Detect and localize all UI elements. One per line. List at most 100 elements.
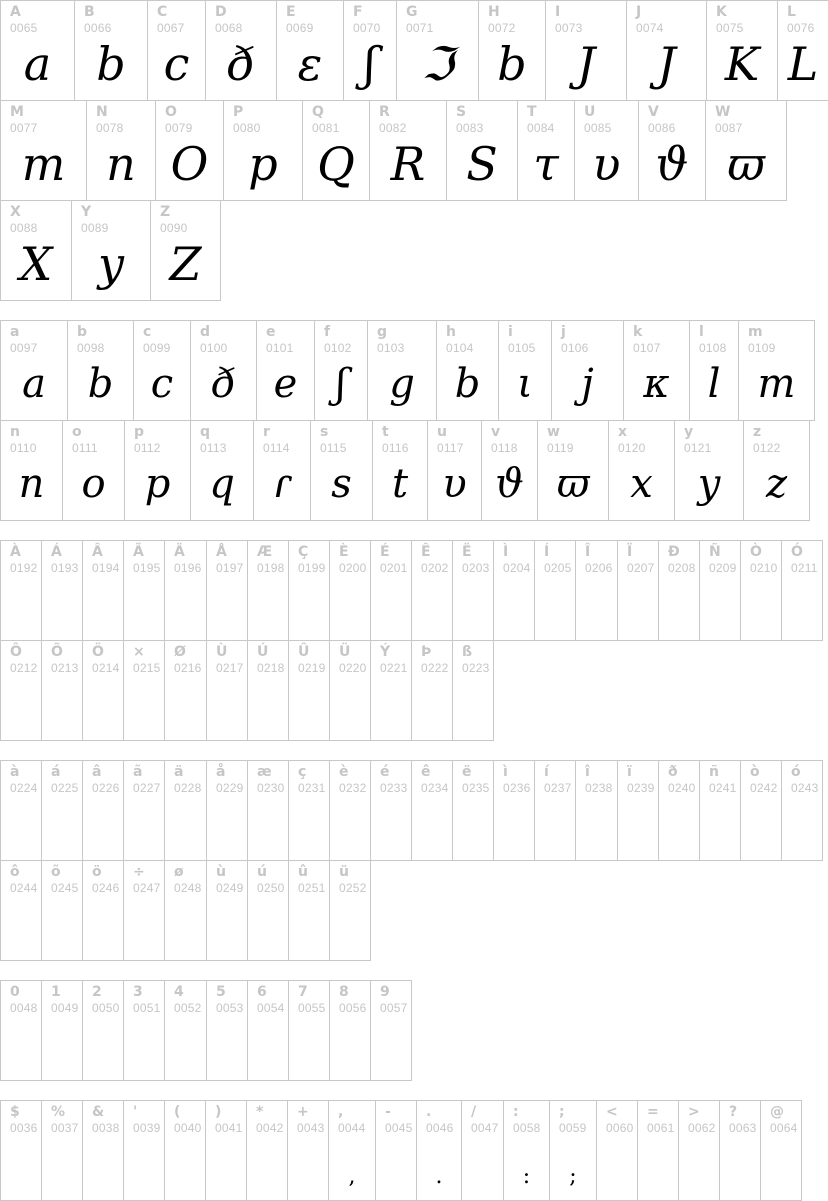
character-code: 0195	[133, 561, 161, 575]
character-code: 0040	[174, 1121, 202, 1135]
character-label: é	[380, 764, 390, 780]
character-code: 0070	[353, 21, 381, 35]
glyph-cell: b 0098 b	[67, 320, 134, 421]
glyph-preview: g	[389, 361, 415, 407]
glyph-preview: j	[581, 361, 594, 407]
character-label: ë	[462, 764, 472, 780]
glyph-cell: ' 0039	[123, 1100, 165, 1201]
glyph-cell: % 0037	[41, 1100, 83, 1201]
character-label: s	[320, 424, 329, 440]
glyph-preview: ϖ	[556, 461, 590, 507]
character-code: 0069	[286, 21, 314, 35]
character-code: 0225	[51, 781, 79, 795]
character-code: 0202	[421, 561, 449, 575]
glyph-preview: x	[630, 461, 653, 507]
glyph-cell: . 0046.	[416, 1100, 462, 1201]
character-label: i	[508, 324, 513, 340]
character-code: 0075	[716, 21, 744, 35]
character-code: 0106	[561, 341, 589, 355]
glyph-preview: q	[209, 461, 235, 507]
character-code: 0117	[437, 441, 464, 455]
glyph-cell: Û 0219	[288, 640, 330, 741]
character-code: 0089	[81, 221, 109, 235]
character-code: 0085	[584, 121, 612, 135]
character-code: 0109	[748, 341, 776, 355]
glyph-cell: ì 0236	[493, 760, 535, 861]
character-code: 0208	[668, 561, 696, 575]
character-code: 0216	[174, 661, 202, 675]
character-code: 0081	[312, 121, 340, 135]
glyph-cell: ä 0228	[164, 760, 207, 861]
glyph-preview: ʃ	[335, 361, 347, 407]
character-label: ø	[174, 864, 184, 880]
glyph-cell: W 0087 ϖ	[705, 100, 787, 201]
character-code: 0240	[668, 781, 696, 795]
character-label: 8	[339, 984, 349, 1000]
glyph-preview: :	[522, 1164, 531, 1189]
character-label: 1	[51, 984, 61, 1000]
glyph-cell: l 0108 l	[689, 320, 739, 421]
character-label: ö	[92, 864, 102, 880]
character-label: r	[263, 424, 270, 440]
character-label: o	[72, 424, 82, 440]
character-label: Z	[160, 204, 171, 220]
character-label: ì	[503, 764, 508, 780]
glyph-cell: y 0121 y	[674, 420, 744, 521]
character-label: ð	[668, 764, 678, 780]
character-label: q	[200, 424, 211, 440]
glyph-cell: Ê 0202	[411, 540, 453, 641]
glyph-cell: Q 0081 Q	[302, 100, 370, 201]
character-code: 0104	[446, 341, 474, 355]
character-code: 0237	[544, 781, 572, 795]
glyph-cell: >0062	[678, 1100, 720, 1201]
character-code: 0052	[174, 1001, 202, 1015]
character-code: 0058	[513, 1121, 541, 1135]
glyph-cell: X 0088 X	[0, 200, 72, 301]
character-code: 0059	[559, 1121, 587, 1135]
character-code: 0252	[339, 881, 367, 895]
glyph-cell: & 0038	[82, 1100, 124, 1201]
character-code: 0211	[791, 561, 818, 575]
glyph-cell: w 0119 ϖ	[537, 420, 609, 521]
character-code: 0119	[547, 441, 574, 455]
glyph-cell: N 0078 n	[86, 100, 156, 201]
character-label: Y	[81, 204, 92, 220]
glyph-cell: 3 0051	[123, 980, 165, 1081]
glyph-cell: 1 0049	[41, 980, 83, 1081]
character-label: 7	[298, 984, 308, 1000]
character-code: 0199	[298, 561, 326, 575]
character-code: 0224	[10, 781, 38, 795]
character-code: 0079	[165, 121, 193, 135]
glyph-cell: /0047	[461, 1100, 504, 1201]
glyph-cell: È 0200	[329, 540, 371, 641]
glyph-cell: p 0112 p	[124, 420, 191, 521]
glyph-preview: n	[18, 461, 45, 507]
character-label: Ñ	[709, 544, 721, 560]
character-code: 0049	[51, 1001, 79, 1015]
character-label: À	[10, 544, 21, 560]
glyph-cell: Æ 0198	[247, 540, 289, 641]
glyph-cell: Ô 0212	[0, 640, 42, 741]
glyph-cell: a 0097 a	[0, 320, 68, 421]
glyph-cell: ô 0244	[0, 860, 42, 961]
glyph-cell: Ü 0220	[329, 640, 371, 741]
glyph-preview: p	[144, 461, 171, 507]
character-label: Ø	[174, 644, 186, 660]
character-label: Ï	[627, 544, 633, 560]
glyph-cell: h 0104 b	[436, 320, 499, 421]
glyph-preview: J	[657, 37, 676, 91]
glyph-preview: ɾ	[272, 461, 292, 507]
character-label: &	[92, 1104, 105, 1120]
character-code: 0084	[527, 121, 555, 135]
character-code: 0194	[92, 561, 120, 575]
character-label: Æ	[257, 544, 273, 560]
glyph-cell: O 0079 O	[155, 100, 224, 201]
character-code: 0098	[77, 341, 105, 355]
character-code: 0043	[297, 1121, 325, 1135]
character-code: 0244	[10, 881, 38, 895]
glyph-cell: è 0232	[329, 760, 371, 861]
glyph-cell: Þ 0222	[411, 640, 453, 741]
glyph-cell: -0045	[375, 1100, 417, 1201]
character-label: ò	[750, 764, 760, 780]
character-label: æ	[257, 764, 272, 780]
